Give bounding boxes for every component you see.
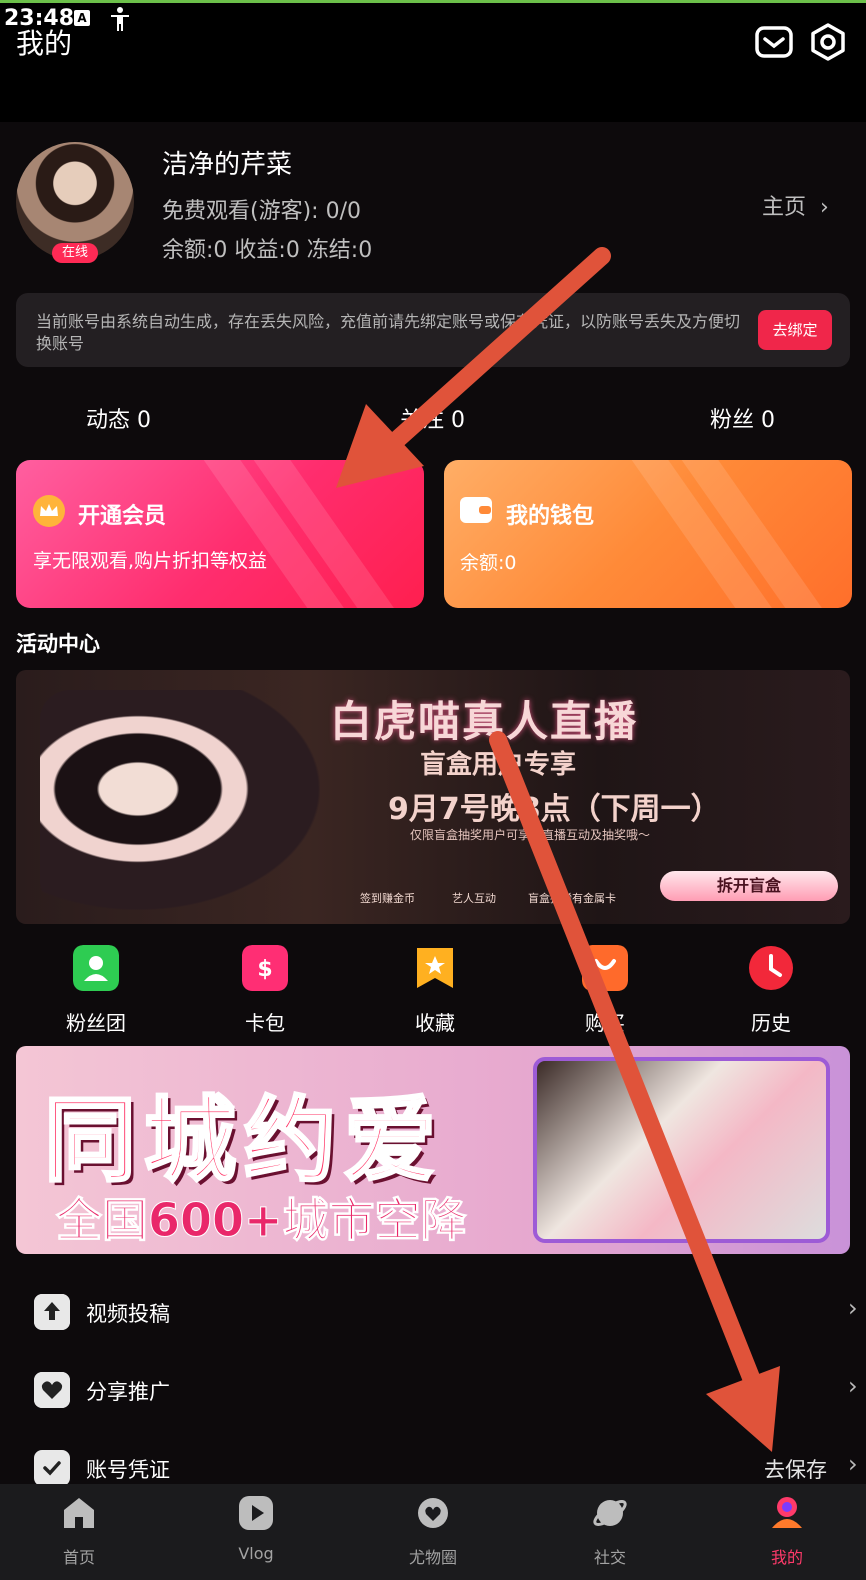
vip-card-subtitle: 享无限观看,购片折扣等权益 [33, 550, 268, 572]
top-header [0, 40, 866, 122]
crown-icon [33, 495, 65, 527]
banner1-date: 9月7号晚8点（下周一） [388, 792, 721, 827]
nav-label: 首页 [62, 1548, 95, 1567]
nav-label: Vlog [238, 1544, 274, 1563]
quick-label: 卡包 [245, 1011, 285, 1035]
banner1-subtitle: 盲盒用户专享 [420, 750, 577, 780]
row-label: 账号凭证 [86, 1458, 170, 1482]
shield-check-icon [34, 1450, 70, 1486]
quick-label: 历史 [751, 1011, 791, 1035]
nav-label: 尤物圈 [408, 1548, 457, 1567]
banner1-title: 白虎喵真人直播 [330, 697, 639, 746]
quick-purchased[interactable]: 购买 [560, 945, 650, 1036]
chevron-right-icon: › [848, 1372, 858, 1400]
quick-fans-club[interactable]: 粉丝团 [51, 945, 141, 1036]
planet-icon [593, 1500, 627, 1526]
banner-photo [40, 690, 320, 910]
wallet-card-title: 我的钱包 [506, 504, 595, 529]
nav-beauty-circle[interactable]: 尤物圈 [378, 1494, 488, 1568]
chevron-right-icon: › [848, 1450, 858, 1478]
notification-a-icon: A [74, 10, 90, 26]
row-label: 分享推广 [86, 1380, 170, 1404]
banner1-feature-interact: 艺人互动 [452, 892, 496, 905]
username: 洁净的芹菜 [162, 150, 293, 180]
chevron-right-icon: › [848, 1294, 858, 1322]
stat-fans[interactable]: 粉丝 0 [710, 402, 775, 434]
nav-social[interactable]: 社交 [555, 1494, 665, 1568]
save-credential-link[interactable]: 去保存 [764, 1454, 827, 1484]
stat-dynamic[interactable]: 动态 0 [86, 402, 151, 434]
quick-label: 购买 [585, 1011, 625, 1035]
banner2-title: 同城约爱 [42, 1086, 445, 1196]
quick-label: 粉丝团 [66, 1011, 126, 1035]
nav-home[interactable]: 首页 [24, 1494, 134, 1568]
free-watch-count: 免费观看(游客): 0/0 [162, 199, 361, 224]
vip-card[interactable]: 开通会员 享无限观看,购片折扣等权益 [16, 460, 424, 608]
share-heart-icon [34, 1372, 70, 1408]
banner2-subtitle: 全国600+城市空降 [56, 1193, 468, 1248]
mail-icon[interactable] [754, 22, 794, 62]
wallet-card[interactable]: 我的钱包 余额:0 [444, 460, 852, 608]
profile-icon [772, 1497, 802, 1528]
nav-label: 社交 [593, 1548, 626, 1567]
page-title: 我的 [16, 27, 73, 60]
nav-mine[interactable]: 我的 [732, 1494, 842, 1568]
play-icon [239, 1496, 273, 1530]
row-video-upload[interactable]: 视频投稿 › [16, 1282, 858, 1342]
bookmark-star-icon [417, 948, 453, 988]
quick-card-wallet[interactable]: $ 卡包 [220, 945, 310, 1036]
vip-card-title: 开通会员 [78, 504, 167, 529]
quick-favorites[interactable]: 收藏 [390, 945, 480, 1036]
row-share-promote[interactable]: 分享推广 › [16, 1360, 858, 1420]
notice-text: 当前账号由系统自动生成，存在丢失风险，充值前请先绑定账号或保存凭证，以防账号丢失… [36, 312, 741, 353]
coupon-icon: $ [242, 945, 288, 991]
upload-icon [34, 1294, 70, 1330]
bind-account-button[interactable]: 去绑定 [758, 310, 832, 350]
fans-club-icon [73, 945, 119, 991]
balance-summary: 余额:0 收益:0 冻结:0 [162, 238, 373, 263]
section-title-activity: 活动中心 [16, 632, 100, 656]
banner2-photo [533, 1057, 830, 1243]
shopping-bag-icon [582, 945, 628, 991]
wallet-card-balance: 余额:0 [460, 552, 517, 574]
homepage-label: 主页 [762, 195, 807, 220]
accessibility-icon [111, 7, 129, 31]
nav-label: 我的 [770, 1548, 803, 1567]
open-blindbox-button[interactable]: 拆开盲盒 [660, 871, 838, 901]
arrow-to-vip-card [336, 247, 611, 488]
nav-vlog[interactable]: Vlog [201, 1494, 311, 1563]
wallet-icon [460, 497, 492, 523]
stat-follow[interactable]: 关注 0 [400, 402, 465, 434]
online-badge: 在线 [52, 243, 98, 263]
svg-text:$: $ [257, 957, 272, 982]
home-icon [64, 1498, 94, 1528]
banner1-note: 仅限盲盒抽奖用户可享受直播互动及抽奖哦～ [410, 828, 651, 842]
quick-history[interactable]: 历史 [726, 945, 816, 1036]
row-label: 视频投稿 [86, 1302, 170, 1326]
heart-ring-icon [418, 1498, 448, 1528]
homepage-link[interactable]: 主页 › [762, 189, 829, 221]
quick-label: 收藏 [415, 1011, 455, 1035]
banner1-feature-coins: 签到赚金币 [360, 892, 415, 905]
clock-icon [749, 946, 793, 990]
banner1-feature-card: 盲盒抽稀有金属卡 [528, 892, 616, 905]
settings-icon[interactable] [808, 22, 848, 62]
chevron-right-icon: › [813, 195, 829, 220]
